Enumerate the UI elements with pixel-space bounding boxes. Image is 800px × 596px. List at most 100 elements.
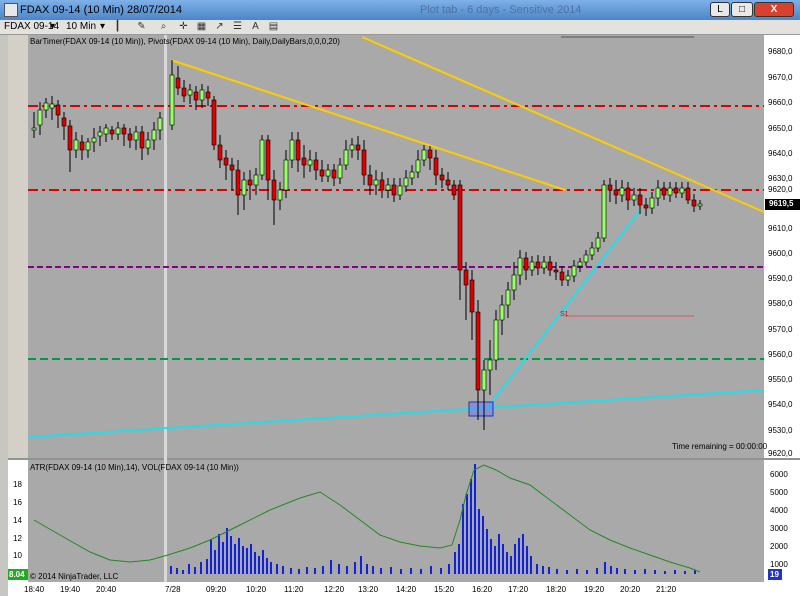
volume-bar <box>514 544 516 574</box>
volume-bar <box>596 568 598 574</box>
volume-bar <box>214 550 216 574</box>
time-tick: 14:20 <box>396 585 417 594</box>
candle-body <box>427 149 433 159</box>
volume-bar <box>664 571 666 574</box>
candle-body <box>577 261 583 267</box>
candle-body <box>631 194 637 201</box>
candle-body <box>571 265 577 277</box>
price-indicator-label: BarTimer(FDAX 09-14 (10 Min)), Pivots(FD… <box>30 37 340 46</box>
volume-bar <box>366 564 368 574</box>
volume-bar <box>522 534 524 574</box>
candle-body <box>337 164 343 179</box>
candle-body <box>475 311 481 391</box>
candle-body <box>109 129 115 135</box>
volume-bar <box>466 494 468 574</box>
candle-body <box>133 131 139 141</box>
vol-value-label: 19 <box>770 570 779 579</box>
candle-body <box>235 169 241 196</box>
volume-bar <box>182 570 184 574</box>
volume-bar <box>346 566 348 574</box>
candle-body <box>517 257 523 276</box>
candle-body <box>355 144 361 151</box>
atr-tick: 10 <box>13 551 22 560</box>
candle-body <box>175 77 181 89</box>
time-tick: 19:40 <box>60 585 81 594</box>
candle-body <box>97 131 103 137</box>
candle-body <box>121 127 127 135</box>
candle-body <box>481 369 487 391</box>
price-tick: 9530,0 <box>768 426 793 435</box>
candle-body <box>637 194 643 206</box>
candle-body <box>499 304 505 321</box>
candle-body <box>619 187 625 196</box>
candle-body <box>307 159 313 166</box>
volume-bar <box>338 564 340 574</box>
price-panel <box>28 35 764 458</box>
candle-body <box>127 133 133 141</box>
candle-body <box>535 261 541 269</box>
candle-body <box>343 149 349 166</box>
volume-bar <box>176 568 178 574</box>
volume-bar <box>490 539 492 574</box>
price-tick: 9620,0 <box>768 449 793 458</box>
candle-body <box>271 179 277 201</box>
price-tick: 9550,0 <box>768 375 793 384</box>
volume-bar <box>448 564 450 574</box>
volume-bar <box>654 570 656 574</box>
volume-bar <box>254 552 256 574</box>
candle-body <box>313 159 319 171</box>
time-tick: 09:20 <box>206 585 227 594</box>
candle-body <box>55 104 61 116</box>
atr-tick: 16 <box>13 498 22 507</box>
candle-body <box>661 187 667 196</box>
candle-body <box>37 109 43 126</box>
candle-body <box>67 125 73 151</box>
candle-body <box>325 169 331 177</box>
atr-panel <box>28 460 764 582</box>
volume-bar <box>290 568 292 574</box>
chart-canvas <box>8 35 800 596</box>
time-tick: 11:20 <box>284 585 304 594</box>
candle-body <box>613 189 619 196</box>
volume-bar <box>478 509 480 574</box>
volume-bar <box>548 567 550 574</box>
candle-body <box>193 91 199 101</box>
vol-tick: 3000 <box>770 524 788 533</box>
volume-bar <box>684 571 686 574</box>
candle-body <box>385 184 391 191</box>
candle-body <box>229 164 235 171</box>
candle-body <box>49 103 55 109</box>
time-tick: 12:20 <box>324 585 345 594</box>
candle-body <box>583 254 589 263</box>
candle-body <box>85 141 91 151</box>
candle-body <box>253 174 259 186</box>
volume-bar <box>586 570 588 574</box>
time-tick: 16:20 <box>472 585 493 594</box>
candle-body <box>349 144 355 151</box>
swing-low-box[interactable] <box>468 401 494 417</box>
volume-bar <box>616 568 618 574</box>
candle-body <box>553 269 559 273</box>
pivot-s1-label: S1 <box>560 311 569 318</box>
vol-tick: 6000 <box>770 470 788 479</box>
candle-body <box>169 74 175 126</box>
price-tick: 9560,0 <box>768 350 793 359</box>
candle-body <box>649 197 655 209</box>
candle-body <box>433 157 439 176</box>
candle-body <box>247 179 253 186</box>
volume-bar <box>610 566 612 574</box>
volume-bar <box>458 544 460 574</box>
volume-bar <box>298 569 300 574</box>
price-tick: 9630,0 <box>768 174 793 183</box>
candle-body <box>187 89 193 96</box>
candle-body <box>289 139 295 161</box>
time-tick: 18:40 <box>24 585 45 594</box>
time-tick: 19:20 <box>584 585 605 594</box>
candle-body <box>79 141 85 151</box>
candle-body <box>31 127 37 131</box>
candle-body <box>439 174 445 181</box>
candle-body <box>145 139 151 149</box>
volume-bar <box>246 548 248 574</box>
candle-body <box>601 184 607 239</box>
candle-body <box>523 257 529 271</box>
